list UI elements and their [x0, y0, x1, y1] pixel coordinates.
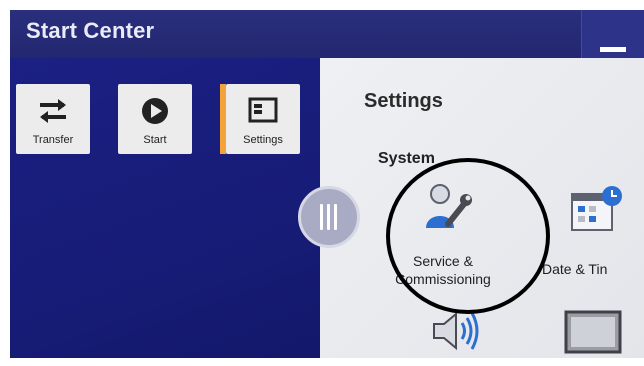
display-app[interactable]	[564, 310, 622, 359]
minimize-button[interactable]	[581, 10, 644, 58]
panel-slider-handle[interactable]	[298, 186, 360, 248]
date-time-label: Date & Tin	[542, 261, 608, 277]
transfer-icon	[16, 96, 90, 131]
grip-line-1	[320, 204, 323, 230]
service-label-line2: Commissioning	[395, 271, 491, 287]
photo-border-top	[0, 0, 644, 10]
system-section-label: System	[378, 150, 435, 167]
transfer-label: Transfer	[32, 134, 74, 146]
settings-tile[interactable]: Settings	[220, 84, 300, 154]
service-label-line1: Service &	[413, 253, 473, 269]
title-bar: Start Center	[10, 10, 644, 58]
display-icon	[564, 310, 622, 354]
service-commissioning-icon	[426, 184, 472, 228]
start-center-panel: Transfer Start Settings	[10, 58, 320, 358]
settings-title: Settings	[364, 90, 443, 112]
photo-border-bottom	[0, 358, 644, 366]
sound-app[interactable]	[430, 308, 480, 359]
minimize-icon	[600, 47, 626, 52]
photo-border-left	[0, 0, 10, 366]
speaker-icon	[433, 311, 479, 351]
start-label: Start	[143, 134, 167, 146]
grip-line-3	[334, 204, 337, 230]
settings-panel: Settings System Service & Commissioning …	[320, 58, 644, 358]
hmi-screen: Start Center Transfer Start Settings Set…	[0, 0, 644, 366]
transfer-tile[interactable]: Transfer	[16, 84, 90, 154]
window-title: Start Center	[26, 18, 155, 43]
grip-line-2	[327, 204, 330, 230]
calendar-clock-icon	[571, 186, 622, 231]
settings-icon	[226, 96, 300, 129]
start-tile[interactable]: Start	[118, 84, 192, 154]
start-icon	[118, 96, 192, 131]
settings-label: Settings	[243, 134, 283, 146]
